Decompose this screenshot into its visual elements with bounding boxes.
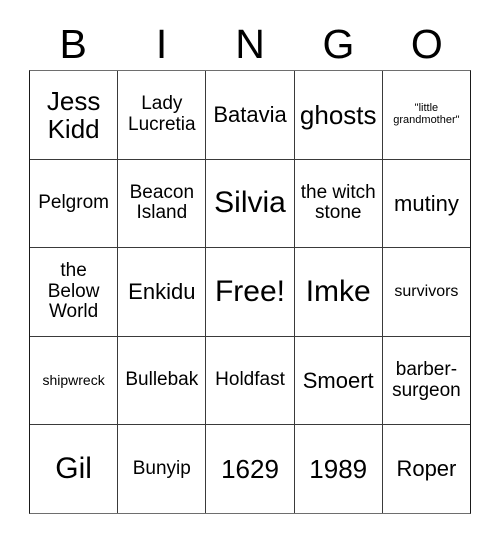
bingo-cell-i3[interactable]: Enkidu <box>118 248 207 336</box>
bingo-cell-b1[interactable]: Jess Kidd <box>30 71 119 159</box>
bingo-row: Pelgrom Beacon Island Silvia the witch s… <box>30 159 470 249</box>
bingo-grid: Jess Kidd Lady Lucretia Batavia ghosts "… <box>29 70 471 514</box>
bingo-cell-label: Silvia <box>214 186 286 220</box>
bingo-cell-g2[interactable]: the witch stone <box>295 159 383 248</box>
bingo-cell-label: Holdfast <box>215 369 285 391</box>
bingo-cell-label: Roper <box>396 456 457 482</box>
bingo-cell-label: Smoert <box>302 367 374 393</box>
bingo-cell-n4[interactable]: Holdfast <box>206 336 295 425</box>
bingo-cell-g4[interactable]: Smoert <box>295 336 383 425</box>
bingo-cell-o2[interactable]: mutiny <box>383 160 470 248</box>
bingo-cell-o1[interactable]: "little grandmother" <box>383 71 470 159</box>
bingo-cell-g3[interactable]: Imke <box>295 248 383 336</box>
bingo-cell-label: Beacon Island <box>129 181 195 224</box>
bingo-cell-label: Pelgrom <box>38 192 109 214</box>
bingo-header-row: B I N G O <box>29 18 471 70</box>
bingo-cell-label: the witch stone <box>300 181 376 224</box>
bingo-row: Gil Bunyip 1629 1989 Roper <box>30 425 470 513</box>
bingo-cell-label: Bunyip <box>132 457 191 479</box>
bingo-cell-label: 1629 <box>221 454 279 485</box>
bingo-cell-label: "little grandmother" <box>393 101 460 126</box>
bingo-cell-g5[interactable]: 1989 <box>295 425 383 513</box>
bingo-row: the Below World Enkidu Free! Imke surviv… <box>30 248 470 337</box>
bingo-cell-label: 1989 <box>309 454 368 485</box>
bingo-cell-i4[interactable]: Bullebak <box>118 336 207 425</box>
bingo-cell-n1[interactable]: Batavia <box>206 71 295 159</box>
bingo-cell-b5[interactable]: Gil <box>30 425 119 513</box>
bingo-cell-label: Jess Kidd <box>46 85 101 144</box>
bingo-header-letter-i: I <box>155 20 168 67</box>
bingo-cell-label: Bullebak <box>125 369 199 391</box>
bingo-cell-label: Gil <box>55 451 92 485</box>
bingo-card: B I N G O Jess Kidd Lady Lucretia Batavi… <box>0 0 500 544</box>
bingo-cell-label: barber- surgeon <box>392 359 461 401</box>
bingo-row: Jess Kidd Lady Lucretia Batavia ghosts "… <box>30 71 470 160</box>
bingo-cell-label: shipwreck <box>42 372 105 389</box>
bingo-cell-n5[interactable]: 1629 <box>206 425 295 513</box>
bingo-cell-i1[interactable]: Lady Lucretia <box>118 71 207 159</box>
bingo-cell-b3[interactable]: the Below World <box>30 248 119 336</box>
bingo-header-letter-o: O <box>410 20 443 67</box>
bingo-cell-label: survivors <box>394 283 459 301</box>
bingo-cell-free-space[interactable]: Free! <box>206 248 295 336</box>
bingo-cell-o3[interactable]: survivors <box>383 248 470 336</box>
bingo-header-letter-n: N <box>235 20 265 67</box>
bingo-cell-label: Free! <box>214 274 286 308</box>
bingo-header-letter-g: G <box>322 20 355 67</box>
bingo-header-letter-b: B <box>59 20 87 67</box>
bingo-cell-label: Enkidu <box>128 279 196 305</box>
bingo-cell-label: the Below World <box>47 260 100 323</box>
bingo-cell-g1[interactable]: ghosts <box>295 71 383 159</box>
bingo-cell-b2[interactable]: Pelgrom <box>30 159 119 248</box>
bingo-cell-label: ghosts <box>299 99 377 130</box>
bingo-cell-o4[interactable]: barber- surgeon <box>383 337 470 425</box>
bingo-cell-i5[interactable]: Bunyip <box>118 425 207 513</box>
bingo-cell-n2[interactable]: Silvia <box>206 159 295 248</box>
bingo-cell-b4[interactable]: shipwreck <box>30 336 119 425</box>
bingo-cell-i2[interactable]: Beacon Island <box>118 159 207 248</box>
bingo-cell-label: Imke <box>305 274 371 308</box>
bingo-cell-label: Batavia <box>213 101 287 127</box>
bingo-row: shipwreck Bullebak Holdfast Smoert barbe… <box>30 336 470 426</box>
bingo-cell-o5[interactable]: Roper <box>383 425 470 513</box>
bingo-cell-label: Lady Lucretia <box>128 93 196 135</box>
bingo-cell-label: mutiny <box>394 190 459 216</box>
